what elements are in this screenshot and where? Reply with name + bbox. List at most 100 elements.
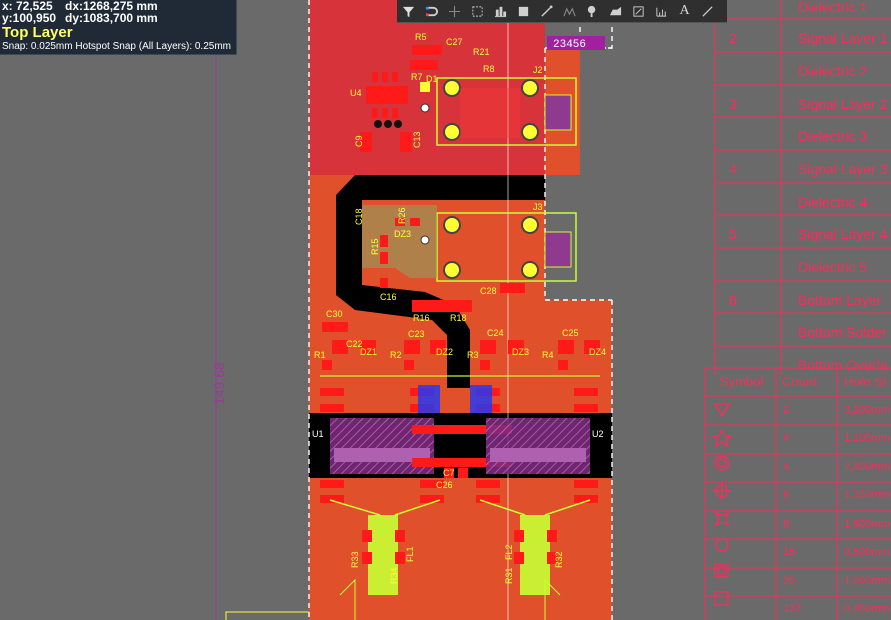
active-bar-toolbar: A	[397, 0, 727, 23]
designator-r21: R21	[473, 47, 490, 57]
designator-c18: C18	[354, 208, 364, 225]
designator-dz2: DZ2	[436, 347, 453, 357]
designator-c9: C9	[354, 135, 364, 147]
designator-r7: R7	[411, 72, 423, 82]
designator-u2: U2	[592, 429, 604, 439]
drill-row-count: 16	[783, 546, 796, 558]
drill-row-count: 4	[783, 461, 790, 473]
snap-info: Snap: 0.025mm Hotspot Snap (All Layers):…	[2, 41, 231, 52]
stackup-row-number: 4	[729, 161, 737, 177]
designator-dz3-row: DZ3	[512, 347, 529, 357]
select-rect-icon[interactable]	[466, 1, 489, 21]
drill-row-hole-size: 0,500mm	[844, 546, 890, 558]
designator-r3: R3	[467, 350, 479, 360]
place-component-icon[interactable]	[512, 1, 535, 21]
designator-c24: C24	[487, 328, 504, 338]
diff-pair-icon[interactable]	[558, 1, 581, 21]
designator-fl1: FL1	[405, 546, 415, 562]
stackup-row-name: Dielectric 5	[798, 259, 868, 275]
align-icon[interactable]	[489, 1, 512, 21]
designator-c23: C23	[408, 329, 425, 339]
drill-header-hole: Hole Si	[844, 374, 886, 389]
drill-row-count: 8	[783, 518, 790, 530]
stackup-row-name: Dielectric 4	[798, 194, 868, 210]
designator-r5: R5	[415, 32, 427, 42]
designator-c13: C13	[412, 131, 422, 148]
designator-r32: R32	[554, 551, 564, 568]
designator-r8: R8	[483, 64, 495, 74]
designator-fl2: FL2	[504, 544, 514, 560]
designator-c27: C27	[446, 37, 463, 47]
crosshair-icon[interactable]	[443, 1, 466, 21]
designator-r26: R26	[397, 207, 407, 224]
stackup-row-number: 2	[729, 30, 737, 46]
drill-row-hole-size: 3,200mm	[844, 404, 890, 416]
designator-r1: R1	[314, 350, 326, 360]
drill-row-count: 8	[783, 489, 790, 501]
designator-r2: R2	[390, 350, 402, 360]
svg-text:23456: 23456	[553, 39, 586, 51]
interactive-route-icon[interactable]	[535, 1, 558, 21]
dimension-label: 149,68	[211, 362, 227, 405]
u2-footprint[interactable]	[486, 418, 590, 474]
layer-tag: 23456	[547, 36, 605, 51]
stackup-row-name: Bottom Solder	[798, 324, 887, 340]
y-coordinate: y:100,950	[2, 11, 57, 25]
designator-u4: U4	[350, 88, 362, 98]
designator-r16: R16	[413, 313, 430, 323]
designator-dz1: DZ1	[360, 347, 377, 357]
line-icon[interactable]	[696, 1, 719, 21]
stackup-row-name: Signal Layer 3	[798, 161, 888, 177]
designator-c25: C25	[562, 328, 579, 338]
stackup-row-name: Bottom Layer	[798, 292, 882, 308]
stackup-row-number: 6	[729, 292, 737, 308]
via-icon[interactable]	[581, 1, 604, 21]
designator-c7: C7	[443, 468, 455, 478]
active-layer-name: Top Layer	[2, 24, 73, 41]
stackup-row-name: Signal Layer 2	[798, 96, 888, 112]
stackup-row-number: 5	[729, 226, 737, 242]
designator-r31: R31	[504, 567, 514, 584]
designator-c26: C26	[436, 480, 453, 490]
drill-header-count: Count	[782, 374, 817, 389]
stackup-row-name: Bottom Overla	[798, 357, 888, 373]
dimension-icon[interactable]	[650, 1, 673, 21]
designator-r34: R34	[389, 567, 399, 584]
drill-row-hole-size: 1,600mm	[844, 518, 890, 530]
designator-r33: R33	[350, 551, 360, 568]
drill-row-hole-size: 2,800mm	[844, 461, 890, 473]
designator-dz4: DZ4	[589, 347, 606, 357]
drill-header-symbol: Symbol	[720, 374, 764, 389]
drill-row-hole-size: 0,350mm	[844, 603, 890, 615]
filter-icon[interactable]	[397, 1, 420, 21]
drill-row-count: 137	[783, 603, 802, 615]
stackup-row-name: Dielectric 1	[798, 0, 868, 15]
drill-row-count: 4	[783, 432, 790, 444]
drill-row-count: 20	[783, 575, 796, 587]
designator-r15: R15	[370, 238, 380, 255]
designator-c16: C16	[380, 292, 397, 302]
stackup-row-name: Signal Layer 1	[798, 30, 888, 46]
text-icon[interactable]: A	[673, 1, 696, 21]
coordinate-readout: x: 72,525 dx:1268,275 mm y:100,950 dy:10…	[0, 0, 237, 55]
region-icon[interactable]	[627, 1, 650, 21]
stackup-row-name: Dielectric 2	[798, 63, 868, 79]
designator-j3: J3	[533, 202, 543, 212]
stackup-row-name: Dielectric 3	[798, 128, 868, 144]
stackup-row-number: 3	[729, 96, 737, 112]
designator-u1: U1	[312, 429, 324, 439]
designator-r4: R4	[542, 350, 554, 360]
designator-c28: C28	[480, 286, 497, 296]
drill-row-count: 2	[783, 404, 790, 416]
polygon-icon[interactable]	[604, 1, 627, 21]
designator-j2: J2	[533, 65, 543, 75]
drill-row-hole-size: 1,100mm	[844, 432, 890, 444]
designator-dz3: DZ3	[394, 229, 411, 239]
drill-row-hole-size: 1,000mm	[844, 575, 890, 587]
designator-d1: D1	[426, 74, 438, 84]
designator-r18: R18	[450, 313, 467, 323]
route-icon[interactable]	[420, 1, 443, 21]
drill-row-hole-size: 1,350mm	[844, 489, 890, 501]
dy-coordinate: dy:1083,700 mm	[65, 11, 158, 25]
designator-c30: C30	[326, 309, 343, 319]
